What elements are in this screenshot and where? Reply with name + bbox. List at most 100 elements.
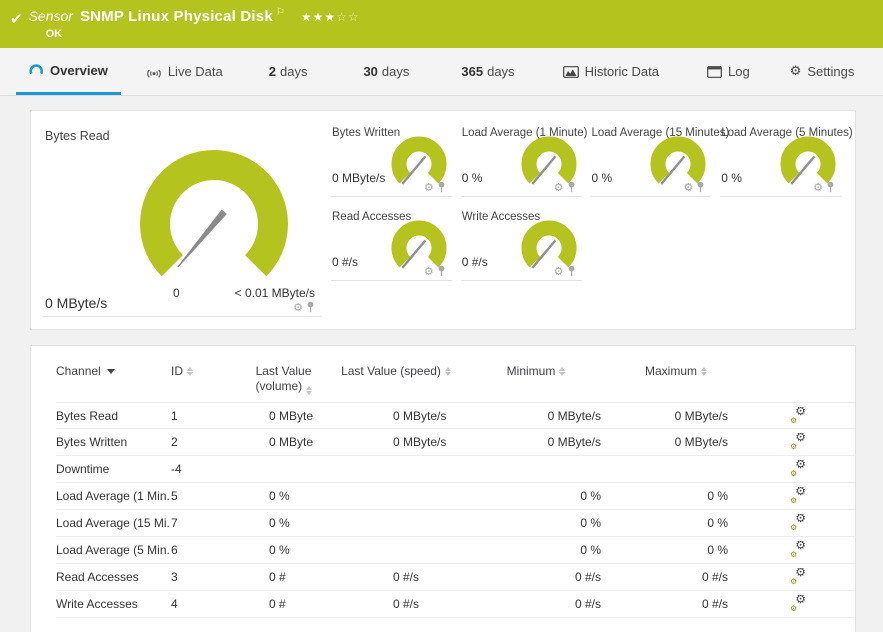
column-header[interactable]: Last Value (volume): [236, 364, 331, 395]
cell-last_volume: 0 MByte: [269, 408, 314, 423]
cell-channel: Load Average (15 Mi...: [56, 516, 171, 530]
channel-settings-icon[interactable]: ⚙ ⚙: [790, 487, 806, 505]
channel-settings-icon[interactable]: ⚙ ⚙: [790, 541, 806, 559]
cell-channel: Load Average (1 Min...: [56, 489, 171, 503]
tab-2-days[interactable]: 2 days: [256, 48, 321, 95]
gauge-value: 0 MByte/s: [45, 295, 108, 311]
sort-icon[interactable]: [305, 386, 312, 395]
tab-label: days: [381, 64, 410, 79]
pin-icon[interactable]: [437, 181, 446, 193]
priority-stars[interactable]: ★★★☆☆: [301, 10, 360, 24]
table-row[interactable]: Load Average (1 Min... 5 0 % 0 % 0 % ⚙ ⚙: [56, 483, 855, 510]
gauge-read-accesses: Read Accesses 0 #/s ⚙: [331, 207, 452, 281]
cell-channel: Load Average (5 Min...: [56, 543, 171, 557]
column-header[interactable]: Last Value (speed): [331, 364, 461, 378]
page-title: SNMP Linux Physical Disk: [79, 8, 273, 25]
gauge-title: Bytes Read: [45, 129, 110, 143]
pin-icon[interactable]: [696, 181, 705, 193]
pin-icon[interactable]: [437, 265, 446, 277]
sort-desc-icon[interactable]: [106, 368, 115, 374]
cell-id: 5: [171, 489, 178, 503]
cell-channel: Bytes Written: [56, 435, 128, 449]
channel-gear-icon[interactable]: ⚙: [813, 182, 823, 193]
tab-label: Live Data: [167, 64, 223, 79]
cell-id: -4: [171, 462, 182, 476]
pin-icon[interactable]: [306, 301, 315, 313]
channel-settings-icon[interactable]: ⚙ ⚙: [790, 407, 806, 425]
channel-gear-icon[interactable]: ⚙: [424, 182, 434, 193]
gauge-value: 0 %: [721, 171, 742, 185]
column-header-label: Maximum: [644, 364, 697, 378]
tab-overview[interactable]: Overview: [16, 48, 121, 95]
priority-star-filled-icon[interactable]: ★: [301, 10, 313, 24]
channel-gear-icon[interactable]: ⚙: [554, 266, 564, 277]
tab-live-data[interactable]: Live Data: [133, 48, 236, 95]
tab-365-days[interactable]: 365 days: [448, 48, 527, 95]
channel-settings-icon[interactable]: ⚙ ⚙: [790, 433, 806, 451]
table-row[interactable]: Write Accesses 4 0 # 0 #/s 0 #/s 0 #/s ⚙ ⚙: [56, 591, 855, 618]
table-row[interactable]: Bytes Written 2 0 MByte 0 MByte/s 0 MByte/s 0…: [56, 429, 855, 456]
tab-label: Log: [727, 64, 750, 79]
pin-icon[interactable]: [826, 181, 835, 193]
table-row[interactable]: Downtime -4 ⚙ ⚙: [56, 456, 855, 483]
column-header[interactable]: Maximum: [611, 364, 741, 378]
tab-log[interactable]: Log: [694, 48, 763, 95]
column-header[interactable]: ID: [171, 364, 236, 378]
channel-settings-icon[interactable]: ⚙ ⚙: [790, 568, 806, 586]
cell-max: 0 %: [707, 516, 728, 530]
tab-historic-data[interactable]: Historic Data: [550, 48, 672, 95]
cell-last_speed: 0 #/s: [393, 597, 420, 611]
tab-settings[interactable]: ⚙ Settings: [777, 48, 868, 95]
priority-star-empty-icon[interactable]: ☆: [348, 10, 360, 24]
gauge-load-average-15-minutes: Load Average (15 Minutes) 0 % ⚙: [590, 123, 729, 197]
channel-table-body: Bytes Read 1 0 MByte 0 MByte/s 0 MByte/s 0 MB…: [56, 402, 855, 618]
channel-gear-icon[interactable]: ⚙: [554, 182, 564, 193]
column-header-label: ID: [171, 364, 183, 378]
gauge-icon: [29, 64, 44, 76]
cell-channel: Downtime: [56, 462, 110, 476]
gauge-load-average-5-minutes: Load Average (5 Minutes) 0 % ⚙: [720, 123, 853, 197]
channel-settings-icon[interactable]: ⚙ ⚙: [790, 514, 806, 532]
secondary-gauges: Bytes Written 0 MByte/s ⚙ Load Average (1 M…: [331, 123, 853, 317]
cell-actions: ⚙ ⚙: [741, 595, 855, 613]
column-header-label: Channel: [56, 364, 101, 378]
sort-icon[interactable]: [444, 366, 451, 376]
channel-settings-icon[interactable]: ⚙ ⚙: [790, 460, 806, 478]
sort-icon[interactable]: [701, 366, 707, 376]
settings-gear-icon: ⚙: [789, 64, 802, 79]
channel-gear-icon[interactable]: ⚙: [683, 182, 693, 193]
column-header[interactable]: Channel: [56, 364, 171, 378]
table-row[interactable]: Read Accesses 3 0 # 0 #/s 0 #/s 0 #/s ⚙ ⚙: [56, 564, 855, 591]
cell-min: 0 %: [580, 489, 601, 503]
sort-icon[interactable]: [559, 366, 566, 376]
priority-star-filled-icon[interactable]: ★: [324, 10, 336, 24]
table-row[interactable]: Load Average (5 Min... 6 0 % 0 % 0 % ⚙ ⚙: [56, 537, 855, 564]
cell-actions: ⚙ ⚙: [741, 433, 855, 451]
tab-number: 30: [363, 64, 378, 79]
channel-settings-icon[interactable]: ⚙ ⚙: [790, 595, 806, 613]
gauge-dial: [391, 136, 447, 185]
pin-icon[interactable]: [567, 265, 576, 277]
gauge-dial: [391, 220, 447, 269]
pin-icon[interactable]: [567, 181, 576, 193]
cell-last_speed: 0 MByte/s: [393, 408, 447, 423]
column-header-label: Last Value (speed): [341, 364, 441, 378]
column-header[interactable]: Minimum: [461, 364, 611, 378]
cell-max: 0 #/s: [701, 570, 728, 584]
broadcast-icon: [146, 66, 162, 78]
priority-star-empty-icon[interactable]: ☆: [336, 10, 348, 24]
table-row[interactable]: Load Average (15 Mi... 7 0 % 0 % 0 % ⚙ ⚙: [56, 510, 855, 537]
cell-last_volume: 0 %: [269, 543, 290, 557]
sort-icon[interactable]: [187, 366, 193, 376]
chart-icon: [562, 65, 579, 78]
tab-number: 365: [461, 64, 484, 79]
channel-gear-icon[interactable]: ⚙: [293, 302, 303, 313]
table-row[interactable]: Bytes Read 1 0 MByte 0 MByte/s 0 MByte/s 0 MB…: [56, 402, 855, 429]
cell-min: 0 #/s: [574, 570, 601, 584]
priority-star-filled-icon[interactable]: ★: [313, 10, 325, 24]
gauge-dial: [780, 136, 836, 185]
gauge-write-accesses: Write Accesses 0 #/s ⚙: [460, 207, 582, 281]
channel-gear-icon[interactable]: ⚙: [424, 266, 434, 277]
tab-30-days[interactable]: 30 days: [350, 48, 422, 95]
gauge-dial: [521, 136, 576, 185]
